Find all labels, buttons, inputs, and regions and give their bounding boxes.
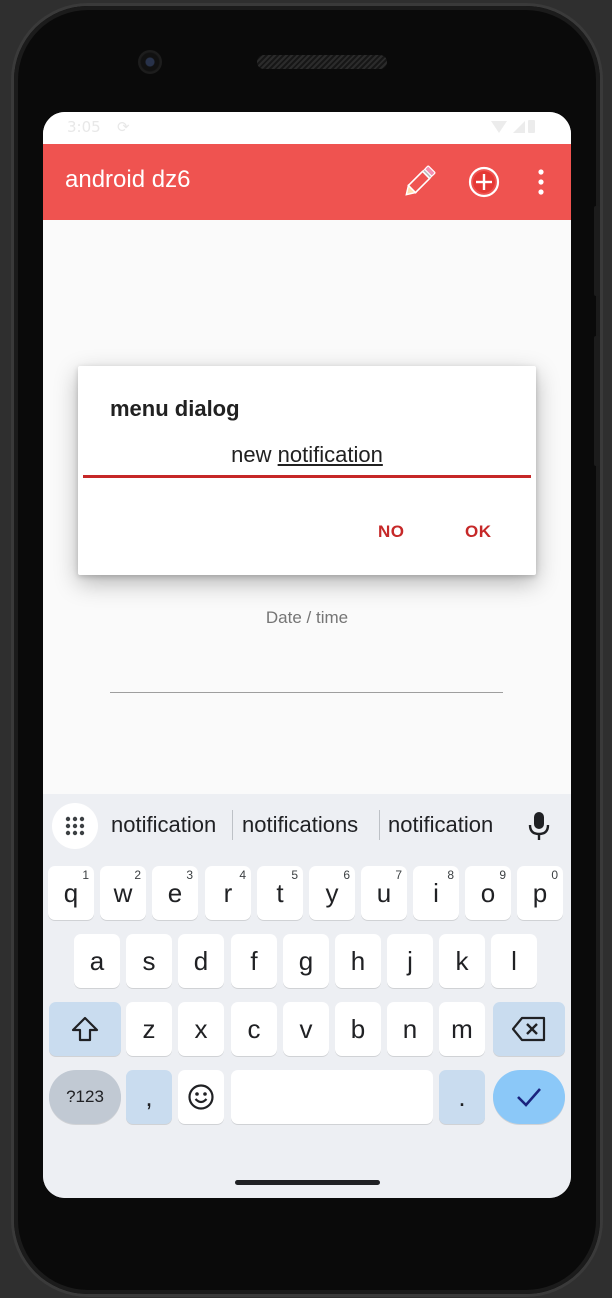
menu-dialog: menu dialog new notification NO OK — [78, 366, 536, 575]
dialog-text-input[interactable]: new notification — [83, 438, 531, 478]
key-hint: 2 — [134, 868, 141, 882]
key-hint: 0 — [551, 868, 558, 882]
key-b[interactable]: b — [335, 1002, 381, 1056]
comma-key[interactable]: , — [126, 1070, 172, 1124]
suggestion-3[interactable]: notification l — [388, 812, 500, 838]
key-t[interactable]: t5 — [257, 866, 303, 920]
space-key[interactable] — [231, 1070, 433, 1124]
microphone-icon[interactable] — [527, 810, 551, 842]
key-label: i — [433, 877, 439, 908]
add-circle-icon — [468, 166, 500, 198]
status-time: 3:05 — [67, 118, 101, 136]
date-time-field[interactable] — [110, 692, 503, 693]
overflow-menu-button[interactable] — [521, 162, 561, 202]
key-s[interactable]: s — [126, 934, 172, 988]
key-label: o — [480, 877, 496, 908]
ok-button[interactable]: OK — [465, 522, 492, 542]
key-h[interactable]: h — [335, 934, 381, 988]
key-g[interactable]: g — [283, 934, 329, 988]
power-button — [594, 206, 600, 296]
key-l[interactable]: l — [491, 934, 537, 988]
edit-button[interactable] — [399, 162, 439, 202]
screen: 3:05 ⟳ android dz6 Date / time menu dial… — [43, 112, 571, 1198]
key-hint: 9 — [499, 868, 506, 882]
symbols-key[interactable]: ?123 — [49, 1070, 121, 1124]
key-label: u — [376, 877, 392, 908]
enter-key[interactable] — [493, 1070, 565, 1124]
battery-icon — [528, 120, 535, 133]
app-title: android dz6 — [65, 166, 191, 193]
emoji-icon — [188, 1084, 214, 1110]
pencil-icon — [405, 165, 436, 196]
key-label: e — [167, 877, 183, 908]
sync-icon: ⟳ — [117, 118, 130, 136]
suggestion-2[interactable]: notifications — [242, 812, 372, 838]
key-q[interactable]: q1 — [48, 866, 94, 920]
key-m[interactable]: m — [439, 1002, 485, 1056]
keyboard-menu-button[interactable] — [52, 803, 98, 849]
key-label: w — [113, 877, 133, 908]
backspace-key[interactable] — [493, 1002, 565, 1056]
date-time-label: Date / time — [265, 608, 349, 627]
key-hint: 1 — [82, 868, 89, 882]
suggestion-divider — [379, 810, 380, 840]
key-label: t — [276, 877, 284, 908]
key-label: r — [223, 877, 233, 908]
key-hint: 3 — [186, 868, 193, 882]
key-i[interactable]: i8 — [413, 866, 459, 920]
app-bar: android dz6 — [43, 144, 571, 220]
key-hint: 4 — [239, 868, 246, 882]
check-icon — [517, 1088, 541, 1107]
status-bar: 3:05 ⟳ — [43, 112, 571, 144]
key-v[interactable]: v — [283, 1002, 329, 1056]
suggestion-strip: notification notifications notification … — [43, 794, 571, 858]
key-hint: 7 — [395, 868, 402, 882]
signal-icon — [513, 121, 525, 133]
key-w[interactable]: w2 — [100, 866, 146, 920]
key-d[interactable]: d — [178, 934, 224, 988]
key-p[interactable]: p0 — [517, 866, 563, 920]
key-z[interactable]: z — [126, 1002, 172, 1056]
key-e[interactable]: e3 — [152, 866, 198, 920]
soft-keyboard: notification notifications notification … — [43, 794, 571, 1198]
suggestion-divider — [232, 810, 233, 840]
key-label: y — [325, 877, 339, 908]
wifi-icon — [491, 121, 507, 133]
key-a[interactable]: a — [74, 934, 120, 988]
key-hint: 5 — [291, 868, 298, 882]
front-camera — [138, 50, 162, 74]
input-composing-text: notification — [277, 442, 383, 467]
key-label: p — [532, 877, 548, 908]
key-k[interactable]: k — [439, 934, 485, 988]
key-o[interactable]: o9 — [465, 866, 511, 920]
add-button[interactable] — [464, 162, 504, 202]
no-button[interactable]: NO — [378, 522, 405, 542]
grid-icon — [65, 816, 85, 836]
key-label: q — [63, 877, 79, 908]
backspace-icon — [511, 1016, 546, 1042]
key-c[interactable]: c — [231, 1002, 277, 1056]
key-hint: 6 — [343, 868, 350, 882]
input-text: new — [231, 442, 278, 467]
suggestion-1[interactable]: notification — [111, 812, 227, 838]
key-y[interactable]: y6 — [309, 866, 355, 920]
dialog-title: menu dialog — [110, 396, 240, 421]
shift-icon — [71, 1016, 99, 1042]
volume-button — [594, 336, 600, 466]
key-hint: 8 — [447, 868, 454, 882]
key-j[interactable]: j — [387, 934, 433, 988]
key-u[interactable]: u7 — [361, 866, 407, 920]
key-x[interactable]: x — [178, 1002, 224, 1056]
period-key[interactable]: . — [439, 1070, 485, 1124]
key-n[interactable]: n — [387, 1002, 433, 1056]
shift-key[interactable] — [49, 1002, 121, 1056]
emoji-key[interactable] — [178, 1070, 224, 1124]
earpiece-speaker — [257, 55, 387, 69]
overflow-menu-icon — [538, 169, 544, 195]
home-gesture-bar[interactable] — [235, 1180, 380, 1185]
key-r[interactable]: r4 — [205, 866, 251, 920]
key-f[interactable]: f — [231, 934, 277, 988]
